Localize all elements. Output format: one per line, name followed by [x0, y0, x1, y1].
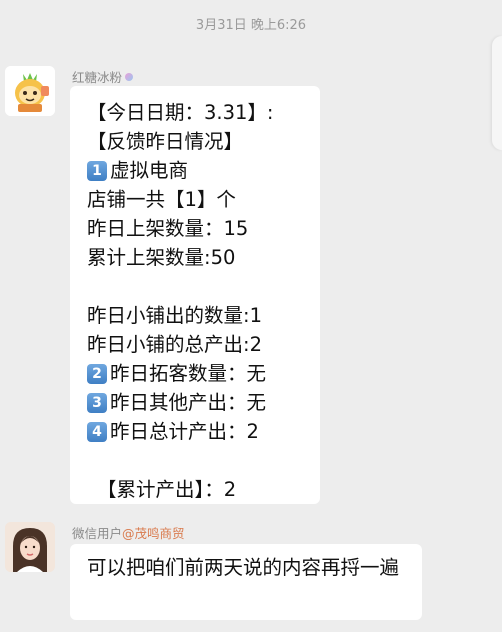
message-line: 昨日小铺出的数量:1	[70, 301, 320, 330]
keycap-number-icon: 1	[87, 161, 107, 181]
message-line: 昨日小铺的总产出:2	[70, 330, 320, 359]
side-panel-edge[interactable]	[492, 36, 502, 150]
message-line-text: 昨日小铺出的数量:1	[87, 304, 262, 327]
message-line-text: 昨日小铺的总产出:2	[87, 333, 262, 356]
message-timestamp: 3月31日 晚上6:26	[195, 18, 307, 33]
chat-screen: 3月31日 晚上6:26 红糖冰粉 【今日日期：3.31】: 【反馈昨日情况】 1 虚…	[0, 0, 502, 632]
keycap-number-icon: 2	[87, 364, 107, 384]
message-line-text: 昨日上架数量：15	[87, 217, 249, 240]
message-line-text: 虚拟电商	[110, 159, 189, 182]
message-line: 【反馈昨日情况】	[70, 127, 320, 156]
message-line: 昨日上架数量：15	[70, 214, 320, 243]
message-line: 店铺一共【1】个	[70, 185, 320, 214]
message-line: 1 虚拟电商	[70, 156, 320, 185]
message-line-text: 【反馈昨日情况】	[87, 130, 244, 153]
message-line-text: 昨日拓客数量：无	[110, 362, 267, 385]
message-line: 累计上架数量:50	[70, 243, 320, 272]
message-text: 【今日日期：3.31】: 【反馈昨日情况】 1 虚拟电商店铺一共【1】个 昨日上架数量：…	[70, 86, 320, 504]
message-line	[70, 446, 320, 475]
keycap-number-icon: 3	[87, 393, 107, 413]
cartoon-avatar-icon	[5, 66, 55, 116]
message-line: 【累计产出】：2	[70, 475, 320, 504]
message-line-text: 昨日其他产出：无	[110, 391, 267, 414]
avatar[interactable]	[5, 66, 55, 116]
sender-name: 微信用户@茂鸣商贸	[72, 526, 185, 541]
message-line-text: 【今日日期：3.31】:	[87, 101, 274, 124]
mention-link[interactable]: @茂鸣商贸	[122, 526, 185, 541]
message-line: 2 昨日拓客数量：无	[70, 359, 320, 388]
user-photo-icon	[5, 522, 55, 572]
decoration-icon	[125, 73, 134, 81]
message-bubble[interactable]: 【今日日期：3.31】: 【反馈昨日情况】 1 虚拟电商店铺一共【1】个 昨日上架数量：…	[70, 86, 320, 504]
message-bubble[interactable]: 可以把咱们前两天说的内容再捋一遍	[70, 544, 422, 620]
keycap-number-icon: 4	[87, 422, 107, 442]
message-line-text: 累计上架数量:50	[87, 246, 236, 269]
message-line	[70, 272, 320, 301]
sender-name: 红糖冰粉	[72, 67, 134, 86]
message-line-text: 【累计产出】：2	[97, 478, 237, 501]
message-line: 【今日日期：3.31】:	[70, 98, 320, 127]
message-text: 可以把咱们前两天说的内容再捋一遍	[87, 556, 400, 579]
message-line-text: 店铺一共【1】个	[87, 188, 236, 211]
message-line-text: 昨日总计产出：2	[110, 420, 259, 443]
avatar[interactable]	[5, 522, 55, 572]
message-line: 3 昨日其他产出：无	[70, 388, 320, 417]
message-line: 4 昨日总计产出：2	[70, 417, 320, 446]
